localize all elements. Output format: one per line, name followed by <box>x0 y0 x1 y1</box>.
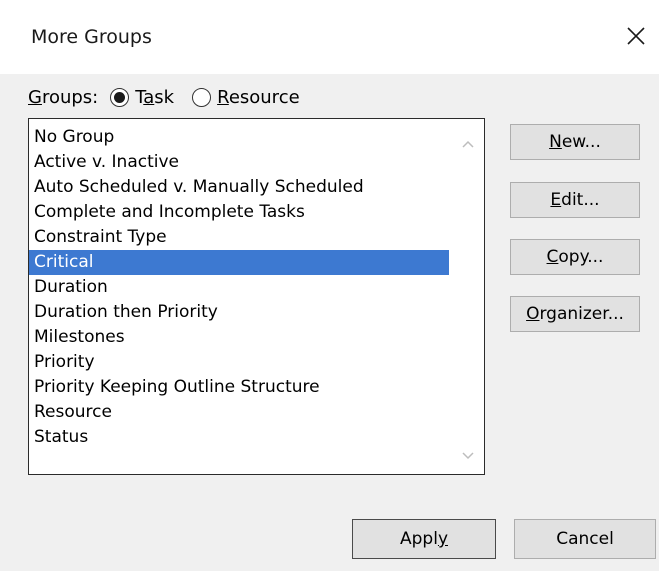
copy-button-accel: C <box>546 247 559 267</box>
list-item[interactable]: Complete and Incomplete Tasks <box>29 200 449 225</box>
groups-listbox[interactable]: No Group Active v. Inactive Auto Scheduled… <box>28 118 485 475</box>
cancel-button-label: Cancel <box>556 529 614 549</box>
list-item[interactable]: Constraint Type <box>29 225 449 250</box>
copy-button-rest: opy... <box>558 247 604 267</box>
new-button[interactable]: New... <box>510 124 640 160</box>
list-item[interactable]: No Group <box>29 125 449 150</box>
groups-list: No Group Active v. Inactive Auto Scheduled… <box>29 125 449 450</box>
edit-button-rest: dit... <box>561 190 600 210</box>
title-bar: More Groups <box>0 0 659 74</box>
chevron-down-icon <box>462 452 474 460</box>
resource-label-accel: R <box>217 86 229 108</box>
scroll-down-button[interactable] <box>457 445 479 467</box>
list-item[interactable]: Active v. Inactive <box>29 150 449 175</box>
list-item[interactable]: Priority <box>29 350 449 375</box>
resource-radio-circle[interactable] <box>192 87 212 107</box>
resource-label-post: esource <box>228 86 300 108</box>
list-item[interactable]: Auto Scheduled v. Manually Scheduled <box>29 175 449 200</box>
apply-button-pre: Appl <box>400 529 438 549</box>
groups-label-rest: roups: <box>41 86 99 108</box>
more-groups-dialog: More Groups Groups: Task Resource No Gro… <box>0 0 659 571</box>
edit-button-accel: E <box>550 190 562 210</box>
list-item[interactable]: Duration then Priority <box>29 300 449 325</box>
task-label-accel: a <box>143 86 155 108</box>
groups-label-accel: G <box>28 86 42 108</box>
task-radio-dot <box>114 91 126 103</box>
task-label-post: sk <box>154 86 175 108</box>
resource-radio[interactable]: Resource <box>192 87 300 108</box>
dialog-title: More Groups <box>31 26 152 48</box>
task-radio[interactable]: Task <box>110 87 174 108</box>
close-icon <box>627 27 645 45</box>
list-item[interactable]: Resource <box>29 400 449 425</box>
task-radio-circle[interactable] <box>110 87 130 107</box>
list-item[interactable]: Critical <box>29 250 449 275</box>
organizer-button[interactable]: Organizer... <box>510 296 640 332</box>
organizer-button-rest: rganizer... <box>539 304 624 324</box>
task-radio-label: Task <box>135 87 174 108</box>
edit-button[interactable]: Edit... <box>510 182 640 218</box>
list-item[interactable]: Duration <box>29 275 449 300</box>
scroll-up-button[interactable] <box>457 133 479 155</box>
list-item[interactable]: Status <box>29 425 449 450</box>
groups-row: Groups: Task Resource <box>28 84 318 110</box>
copy-button[interactable]: Copy... <box>510 239 640 275</box>
resource-radio-label: Resource <box>217 87 300 108</box>
chevron-up-icon <box>462 140 474 148</box>
list-item[interactable]: Milestones <box>29 325 449 350</box>
list-item[interactable]: Priority Keeping Outline Structure <box>29 375 449 400</box>
apply-button-accel: y <box>437 529 448 549</box>
groups-label: Groups: <box>28 87 98 108</box>
cancel-button[interactable]: Cancel <box>514 519 656 559</box>
new-button-rest: ew... <box>561 132 601 152</box>
close-button[interactable] <box>618 18 654 54</box>
organizer-button-accel: O <box>526 304 540 324</box>
new-button-accel: N <box>549 132 562 152</box>
apply-button[interactable]: Appl y <box>352 519 496 559</box>
